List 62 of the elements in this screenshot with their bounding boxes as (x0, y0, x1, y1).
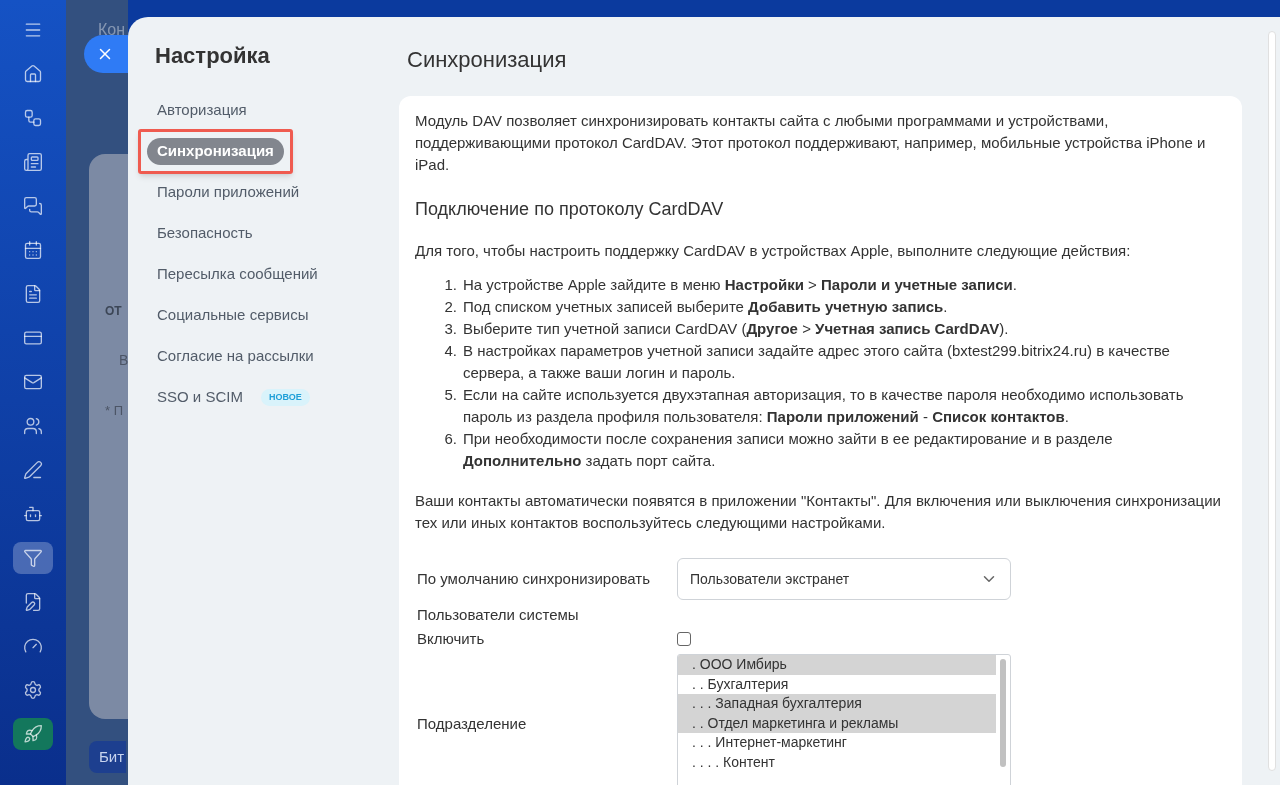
nodes-icon (23, 108, 43, 128)
new-badge: НОВОЕ (260, 388, 310, 407)
list-option[interactable]: . ООО Имбирь (678, 655, 996, 675)
step-number: 1. (443, 275, 457, 295)
instructions-text: Для того, чтобы настроить поддержку CardDAV в устройствах Apple, выполните следующие действия: (415, 241, 1132, 261)
document-icon (23, 284, 43, 304)
step-text: Выберите тип учетной записи CardDAV (Другое > Учетная запись CardDAV). (463, 319, 1009, 339)
nav-item[interactable]: Социальные сервисы (147, 302, 319, 329)
step-number: 2. (443, 297, 457, 317)
list-option[interactable]: . . Отдел маркетинга и рекламы (678, 713, 996, 733)
step-number: 4. (443, 341, 457, 361)
list-option[interactable]: . . . Западная бухгалтерия (678, 694, 996, 714)
outro-text: Ваши контакты автоматически появятся в приложении "Контакты". Для включения или выключения синхронизации тех или иных контактов воспользуйтесь следующими настройками. (415, 491, 1222, 533)
page-title: Синхронизация (406, 46, 568, 74)
group-label: Пользователи системы (417, 605, 580, 625)
users-icon (23, 416, 43, 436)
rocket-icon (23, 724, 43, 744)
select-value: Пользователи экстранет (690, 570, 850, 589)
newspaper-icon (23, 152, 43, 172)
input-field: В (119, 350, 128, 371)
step-number: 3. (443, 319, 457, 339)
nav-item[interactable]: Синхронизация (147, 138, 284, 165)
home-icon (23, 64, 43, 84)
file-edit-icon (23, 592, 43, 612)
robot-icon (23, 504, 43, 524)
nav-item[interactable]: Пересылка сообщений (147, 261, 328, 288)
scrollbar[interactable] (1268, 31, 1276, 771)
section-heading: Подключение по протоколу CardDAV (415, 198, 725, 220)
background-title: Кон (98, 20, 127, 40)
settings-icon (23, 680, 43, 700)
step-number: 6. (443, 429, 457, 449)
nav-item[interactable]: SSO и SCIM (147, 384, 253, 411)
pen-icon (23, 460, 43, 480)
step-text: Если на сайте используется двухэтапная авторизация, то в качестве пароля необходимо использовать пароль из раздела профиля пользователя: Пароли приложений - Список контактов. (463, 385, 1185, 427)
funnel-icon (23, 548, 43, 568)
nav-item[interactable]: Безопасность (147, 220, 263, 247)
field-label: Включить (417, 629, 486, 649)
calendar-icon (23, 240, 43, 260)
step-text: На устройстве Apple зайдите в меню Настройки > Пароли и учетные записи. (463, 275, 1017, 295)
note-text: * П (105, 402, 124, 420)
step-text: Под списком учетных записей выберите Добавить учетную запись. (463, 297, 948, 317)
nav-item[interactable]: Пароли приложений (147, 179, 310, 206)
step-number: 5. (443, 385, 457, 405)
enable-checkbox[interactable] (677, 632, 691, 646)
mail-icon (23, 372, 43, 392)
intro-text: Модуль DAV позволяет синхронизировать контакты сайта с любыми программами и устройствами, поддерживающими протокол CardDAV. Этот протокол поддерживают, например, мобильные устройства iPhone и iPad. (415, 111, 1207, 175)
nav-item[interactable]: Согласие на рассылки (147, 343, 324, 370)
column-header: ОТ (105, 303, 123, 320)
field-label: Подразделение (417, 714, 528, 734)
panel-title: Настройка (154, 42, 271, 70)
field-label: По умолчанию синхронизировать (417, 569, 652, 589)
nav-item[interactable]: Авторизация (147, 97, 257, 124)
department-listbox[interactable]: . ООО Имбирь . . Бухгалтерия . . . Западная бухгалтерия . . Отдел маркетинга и рекламы . . . Интернет-маркетинг . . . . Контент (677, 654, 1011, 785)
close-button[interactable] (84, 35, 128, 73)
chat-icon (23, 196, 43, 216)
sidebar-item[interactable] (13, 542, 53, 574)
background-footer: Бит (89, 741, 127, 773)
step-text: При необходимости после сохранения записи можно зайти в ее редактирование и в разделе Дополнительно задать порт сайта. (463, 429, 1114, 471)
sync-select[interactable]: Пользователи экстранет (677, 558, 1011, 600)
step-text: В настройках параметров учетной записи задайте адрес этого сайта (bxtest299.bitrix24.ru) в качестве сервера, а также ваши логин и пароль. (463, 341, 1171, 383)
scrollbar[interactable] (1000, 659, 1006, 767)
sidebar-item[interactable] (13, 718, 53, 750)
